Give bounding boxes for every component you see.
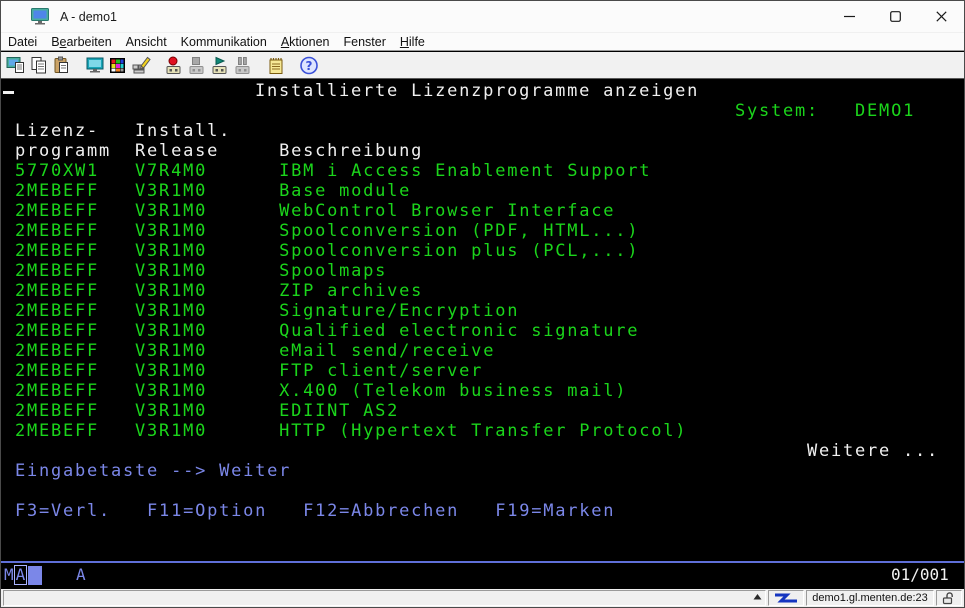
- stop-macro-icon[interactable]: [185, 53, 208, 77]
- terminal-line: F3=Verl. F11=Option F12=Abbrechen F19=Ma…: [15, 501, 615, 521]
- statusbar: demo1.gl.menten.de:23: [1, 589, 964, 607]
- toolbar: ?: [1, 52, 964, 79]
- table-row: 2MEBEFF V3R1M0 ZIP archives: [15, 281, 423, 301]
- menu-item-aktionen[interactable]: Aktionen: [274, 34, 337, 50]
- color-map-icon[interactable]: [106, 53, 129, 77]
- terminal-line: Eingabetaste --> Weiter: [15, 461, 291, 481]
- status-message-panel: [3, 590, 766, 606]
- cursor-position: 01/001: [891, 564, 949, 586]
- app-window: A - demo1 DateiBearbeitenAnsichtKommunik…: [0, 0, 965, 608]
- text-cursor: [3, 91, 14, 94]
- terminal-line: System: DEMO1: [735, 101, 915, 121]
- window-controls: [826, 1, 964, 32]
- oia-keyboard-char: A: [14, 565, 28, 585]
- window-title: A - demo1: [60, 10, 117, 24]
- close-icon[interactable]: [918, 1, 964, 32]
- table-row: 2MEBEFF V3R1M0 Spoolconversion plus (PCL…: [15, 241, 639, 261]
- terminal-line: programm Release Beschreibung: [15, 141, 423, 161]
- play-macro-icon[interactable]: [208, 53, 231, 77]
- help-icon[interactable]: ?: [297, 53, 320, 77]
- display-setup-icon[interactable]: [83, 53, 106, 77]
- table-row: 2MEBEFF V3R1M0 WebControl Browser Interf…: [15, 201, 615, 221]
- paste-icon[interactable]: [50, 53, 73, 77]
- oia-indicators: M A: [4, 564, 42, 586]
- table-row: 2MEBEFF V3R1M0 Base module: [15, 181, 411, 201]
- menu-item-bearbeiten[interactable]: Bearbeiten: [44, 34, 118, 50]
- lock-open-icon: [936, 590, 962, 606]
- oia-session-char: A: [76, 564, 86, 586]
- minimize-icon[interactable]: [826, 1, 872, 32]
- terminal-line: Lizenz- Install.: [15, 121, 231, 141]
- maximize-icon[interactable]: [872, 1, 918, 32]
- oia-status-char: M: [4, 564, 14, 586]
- oia-input-block: [28, 566, 42, 585]
- table-row: 2MEBEFF V3R1M0 EDIINT AS2: [15, 401, 399, 421]
- titlebar: A - demo1: [1, 1, 964, 33]
- terminal-line: Installierte Lizenzprogramme anzeigen: [255, 81, 699, 101]
- copy-icon[interactable]: [27, 53, 50, 77]
- table-row: 2MEBEFF V3R1M0 FTP client/server: [15, 361, 483, 381]
- table-row: 5770XW1 V7R4M0 IBM i Access Enablement S…: [15, 161, 651, 181]
- table-row: 2MEBEFF V3R1M0 Qualified electronic sign…: [15, 321, 639, 341]
- terminal-app-icon: [31, 8, 51, 26]
- connection-icon: [768, 590, 804, 606]
- record-macro-icon[interactable]: [162, 53, 185, 77]
- menu-item-datei[interactable]: Datei: [1, 34, 44, 50]
- table-row: 2MEBEFF V3R1M0 Signature/Encryption: [15, 301, 519, 321]
- pause-macro-icon[interactable]: [231, 53, 254, 77]
- terminal-screen[interactable]: M A A 01/001 Installierte Lizenzprogramm…: [1, 79, 964, 591]
- svg-text:?: ?: [305, 59, 312, 73]
- copy-screen-icon[interactable]: [4, 53, 27, 77]
- table-row: 2MEBEFF V3R1M0 HTTP (Hypertext Transfer …: [15, 421, 687, 441]
- table-row: 2MEBEFF V3R1M0 eMail send/receive: [15, 341, 495, 361]
- table-row: 2MEBEFF V3R1M0 Spoolconversion (PDF, HTM…: [15, 221, 639, 241]
- scratchpad-icon[interactable]: [264, 53, 287, 77]
- menu-item-hilfe[interactable]: Hilfe: [393, 34, 432, 50]
- up-arrow-icon[interactable]: [753, 592, 762, 604]
- menu-item-kommunikation[interactable]: Kommunikation: [174, 34, 274, 50]
- table-row: 2MEBEFF V3R1M0 X.400 (Telekom business m…: [15, 381, 627, 401]
- host-address: demo1.gl.menten.de:23: [806, 590, 934, 606]
- oia-separator: [1, 561, 964, 563]
- keyboard-setup-icon[interactable]: [129, 53, 152, 77]
- menu-item-ansicht[interactable]: Ansicht: [119, 34, 174, 50]
- table-row: 2MEBEFF V3R1M0 Spoolmaps: [15, 261, 387, 281]
- menubar: DateiBearbeitenAnsichtKommunikationAktio…: [1, 33, 964, 51]
- oia-status-line: M A A 01/001: [1, 564, 964, 588]
- terminal-line: Weitere ...: [807, 441, 939, 461]
- menu-item-fenster[interactable]: Fenster: [336, 34, 392, 50]
